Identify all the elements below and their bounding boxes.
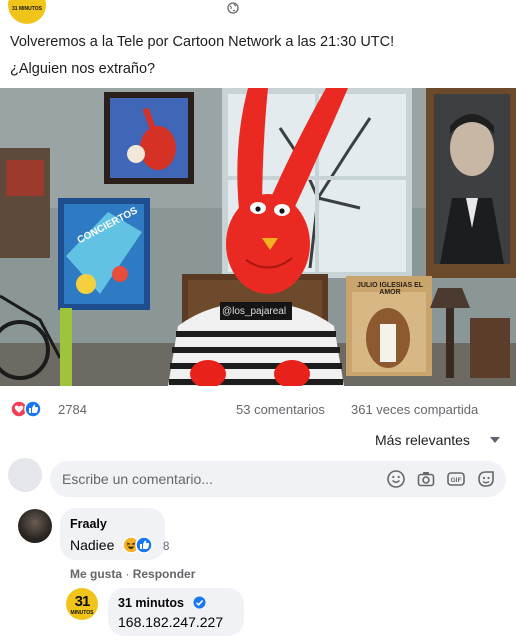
reply-bubble: 31 minutos 168.182.247.227	[108, 588, 244, 636]
comment-bubble: Fraaly Nadiee 8	[60, 508, 169, 560]
page-logo-text: 31 MINUTOS	[12, 6, 42, 12]
logo-sub-text: MINUTOS	[70, 610, 94, 616]
sticker-icon[interactable]	[476, 469, 496, 489]
reply-text: 168.182.247.227	[118, 614, 224, 630]
video-frame: CONCIERTOS	[0, 88, 516, 386]
reaction-icons[interactable]	[10, 400, 50, 418]
comment-reaction-icons[interactable]	[122, 536, 156, 554]
comment-text: Nadiee	[70, 537, 115, 553]
commenter-avatar[interactable]	[18, 509, 52, 543]
like-comment-button[interactable]: Me gusta	[70, 567, 122, 581]
post-stats-bar: 2784 53 comentarios 361 veces compartida	[0, 398, 516, 422]
post-header: 31 MINUTOS	[0, 0, 516, 26]
post-text: Volveremos a la Tele por Cartoon Network…	[10, 29, 510, 83]
like-icon	[24, 400, 42, 418]
post-text-line-1: Volveremos a la Tele por Cartoon Network…	[10, 34, 395, 50]
album-poster-text: JULIO IGLESIAS EL AMOR	[356, 282, 424, 296]
page-avatar[interactable]: 31 MINUTOS	[8, 0, 46, 24]
globe-icon	[227, 2, 239, 14]
reply-author[interactable]: 31 minutos	[118, 596, 184, 610]
shares-count[interactable]: 361 veces compartida	[351, 402, 478, 417]
reply-author-avatar[interactable]: 31 MINUTOS	[66, 588, 98, 620]
current-user-avatar[interactable]	[8, 458, 42, 492]
comments-count[interactable]: 53 comentarios	[236, 402, 325, 417]
post-text-line-2: ¿Alguien nos extraño?	[10, 61, 156, 77]
comment-sort-dropdown[interactable]: Más relevantes	[375, 432, 470, 448]
svg-text:GIF: GIF	[451, 477, 462, 484]
comment-author[interactable]: Fraaly	[70, 517, 107, 531]
comment-actions: Me gusta · Responder	[70, 567, 195, 581]
logo-main-text: 31	[74, 593, 91, 610]
video-watermark: @los_pajareal	[222, 306, 287, 317]
reaction-count[interactable]: 2784	[58, 402, 87, 417]
post-video[interactable]: CONCIERTOS @los_pajareal JULIO IGLESIAS …	[0, 88, 516, 386]
composer-icons: GIF	[386, 469, 496, 489]
verified-badge-icon	[193, 596, 206, 609]
like-icon	[135, 536, 153, 554]
emoji-icon[interactable]	[386, 469, 406, 489]
comment-input-placeholder: Escribe un comentario...	[62, 471, 213, 487]
camera-icon[interactable]	[416, 469, 436, 489]
gif-icon[interactable]: GIF	[446, 469, 466, 489]
comment-reaction-count[interactable]: 8	[163, 541, 169, 553]
caret-down-icon[interactable]	[490, 437, 500, 444]
action-separator: ·	[122, 567, 133, 581]
reply-button[interactable]: Responder	[133, 567, 196, 581]
comment-input[interactable]: Escribe un comentario... GIF	[50, 461, 506, 497]
